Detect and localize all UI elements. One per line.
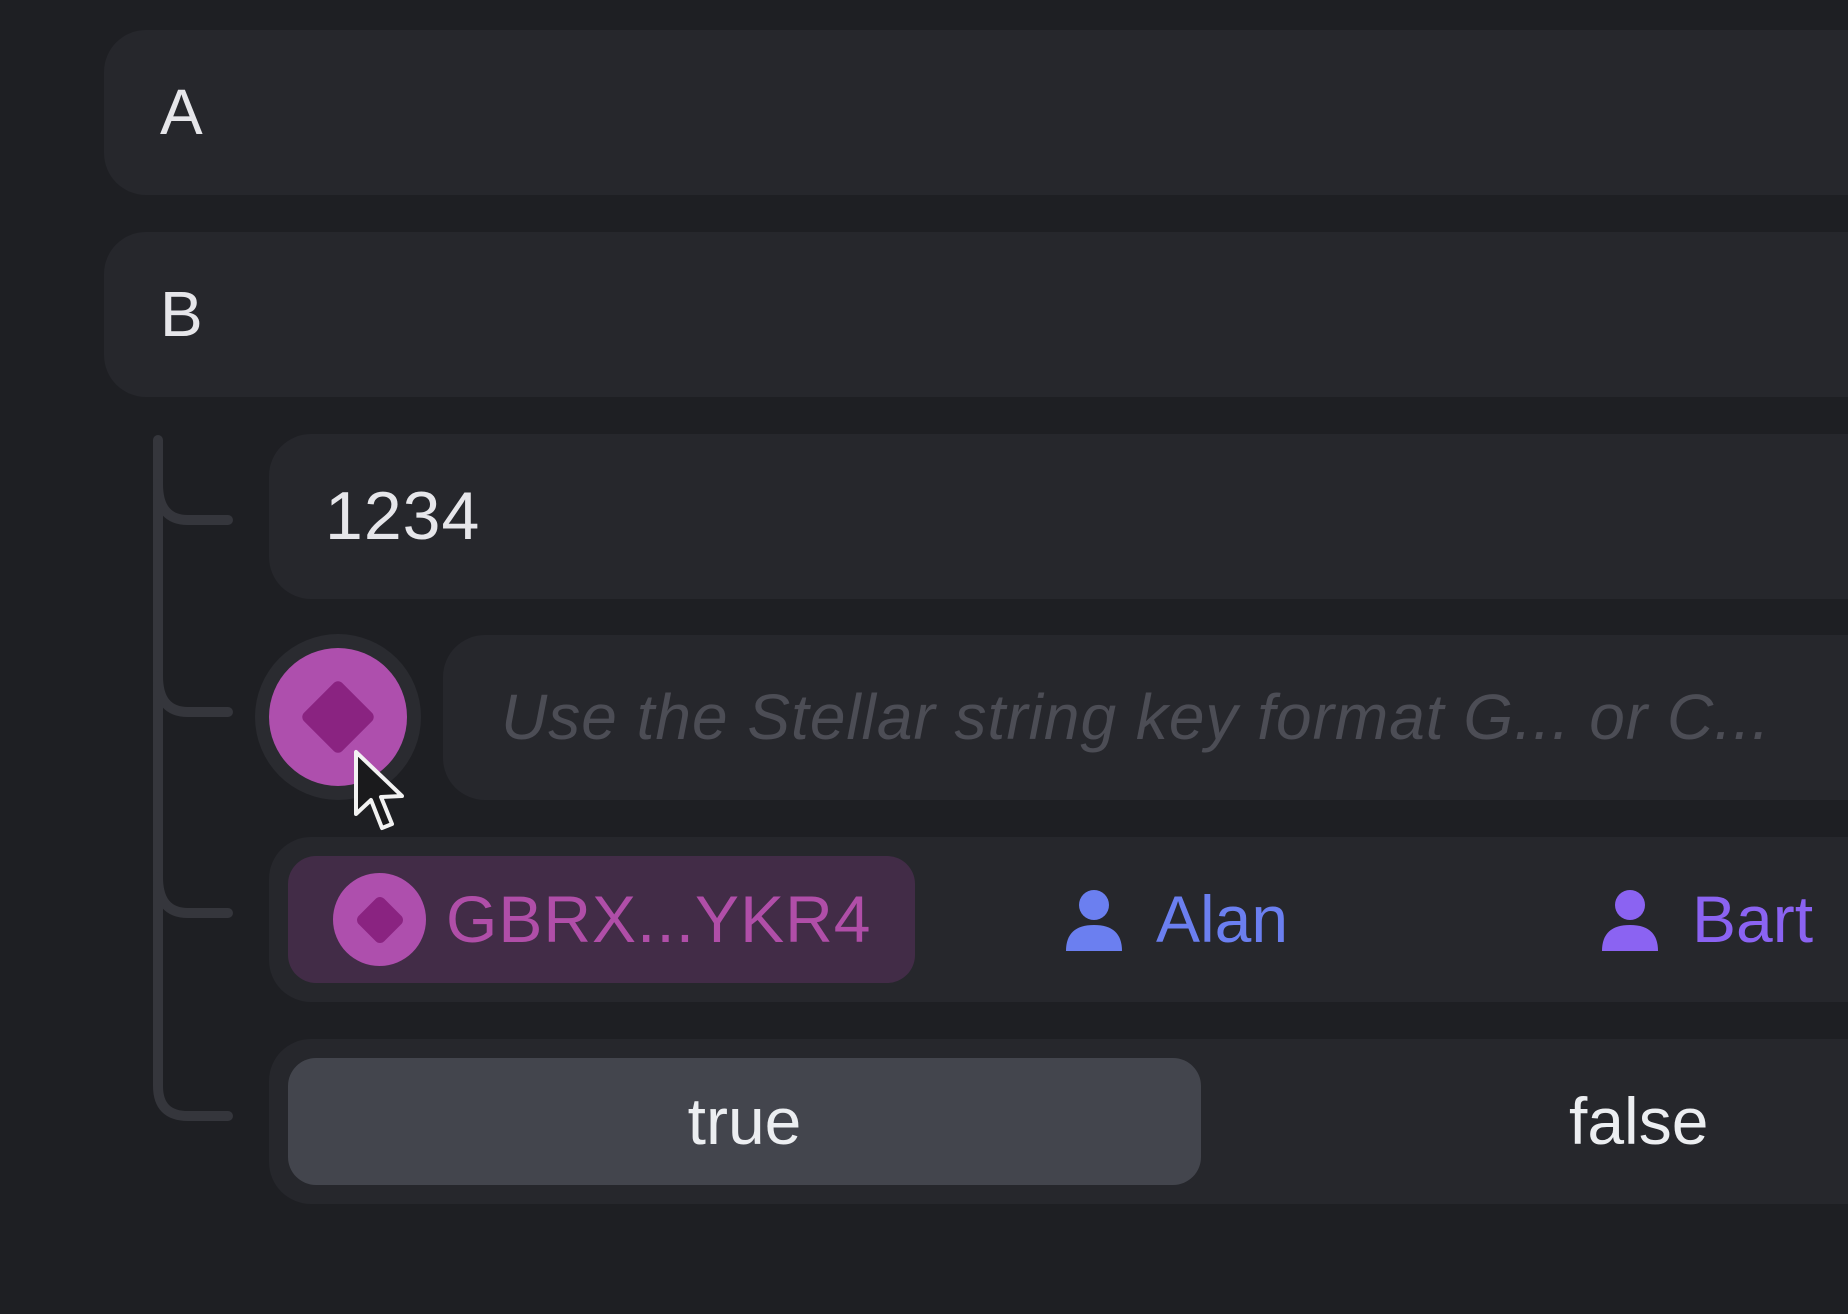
number-value: 1234 [325,478,481,554]
person-icon [1602,890,1658,951]
stellar-avatar [333,873,426,966]
field-b-label: B [160,278,203,350]
diamond-icon [299,678,377,756]
bool-option-false[interactable]: false [1569,1058,1769,1185]
recipient-chip-label: GBRX...YKR4 [446,882,872,956]
number-input[interactable]: 1234 [269,434,1848,599]
cursor-arrow-icon [354,750,404,830]
field-a-label: A [160,76,203,148]
recipient-option-label: Bart [1692,882,1814,956]
recipient-selector: GBRX...YKR4 Alan Bart [269,837,1848,1002]
form-canvas: A B 1234 Use the Stellar string key form… [0,0,1848,1314]
address-placeholder: Use the Stellar string key format G... o… [501,681,1771,753]
field-a[interactable]: A [104,30,1848,195]
boolean-toggle: true false [269,1039,1848,1204]
recipient-option-label: Alan [1156,882,1289,956]
recipient-chip-selected[interactable]: GBRX...YKR4 [288,856,915,983]
person-icon [1066,890,1122,951]
stellar-address-input[interactable]: Use the Stellar string key format G... o… [443,635,1848,800]
field-b[interactable]: B [104,232,1848,397]
bool-option-true[interactable]: true [288,1058,1201,1185]
diamond-icon [354,894,406,946]
